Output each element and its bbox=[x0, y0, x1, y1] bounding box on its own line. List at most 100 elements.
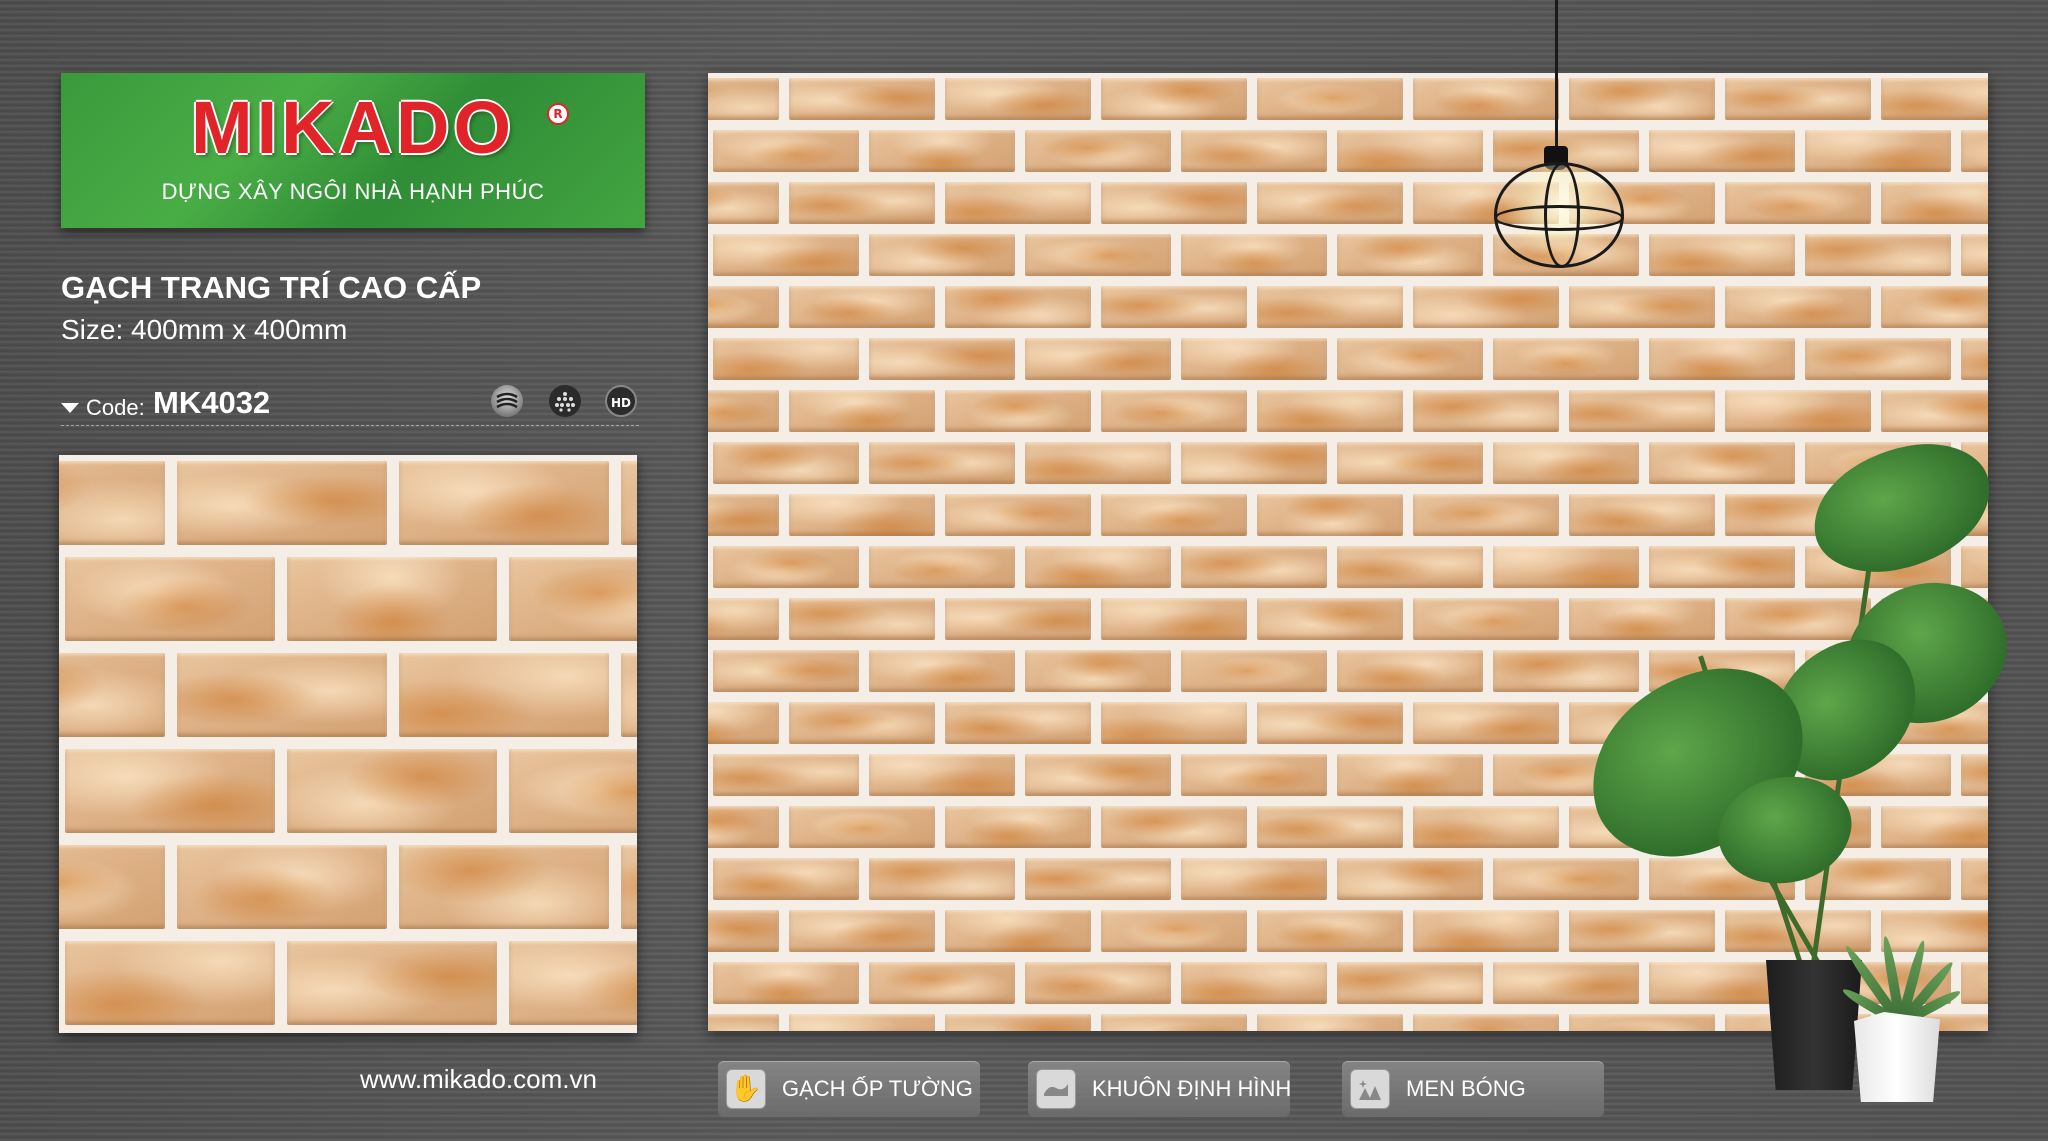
brick bbox=[1257, 1014, 1403, 1031]
feature-wall-tile: ✋ GẠCH ỐP TƯỜNG bbox=[718, 1061, 980, 1117]
brick bbox=[177, 845, 387, 929]
brick bbox=[287, 749, 497, 833]
brick bbox=[177, 461, 387, 545]
brick bbox=[789, 286, 935, 328]
brick bbox=[1649, 338, 1795, 380]
brick bbox=[713, 234, 859, 276]
brick bbox=[713, 650, 859, 692]
product-size: Size: 400mm x 400mm bbox=[61, 314, 348, 345]
brick bbox=[945, 702, 1091, 744]
brick bbox=[1257, 806, 1403, 848]
mold-icon bbox=[1036, 1069, 1076, 1109]
brick bbox=[789, 702, 935, 744]
brick bbox=[1961, 858, 1988, 900]
brick bbox=[1181, 234, 1327, 276]
brick bbox=[1413, 1014, 1559, 1031]
brick bbox=[1101, 78, 1247, 120]
brick bbox=[869, 442, 1015, 484]
brick bbox=[1413, 78, 1559, 120]
brick bbox=[1257, 78, 1403, 120]
product-code-row: Code: MK4032 HD bbox=[61, 385, 639, 426]
brick bbox=[1881, 390, 1988, 432]
brick bbox=[1413, 702, 1559, 744]
brick bbox=[399, 845, 609, 929]
brick bbox=[708, 494, 779, 536]
brand-slogan: DỰNG XÂY NGÔI NHÀ HẠNH PHÚC bbox=[161, 179, 545, 204]
wall-preview-image bbox=[708, 73, 1988, 1031]
brick bbox=[708, 702, 779, 744]
brick bbox=[1101, 494, 1247, 536]
shine-icon bbox=[1350, 1069, 1390, 1109]
brick bbox=[1493, 962, 1639, 1004]
brick bbox=[789, 910, 935, 952]
pendant-lamp-icon bbox=[1494, 162, 1624, 268]
brick bbox=[1649, 130, 1795, 172]
brick bbox=[1025, 234, 1171, 276]
brick bbox=[713, 442, 859, 484]
brick bbox=[1881, 910, 1988, 952]
brick bbox=[1881, 286, 1988, 328]
brick bbox=[869, 858, 1015, 900]
brick bbox=[1025, 546, 1171, 588]
brick bbox=[713, 130, 859, 172]
brick bbox=[1413, 598, 1559, 640]
brick bbox=[621, 461, 637, 545]
brick bbox=[1493, 650, 1639, 692]
logo-banner: MIKADO R DỰNG XÂY NGÔI NHÀ HẠNH PHÚC bbox=[61, 73, 645, 228]
brick bbox=[287, 557, 497, 641]
product-code: MK4032 bbox=[153, 385, 271, 420]
brick bbox=[1413, 910, 1559, 952]
brick bbox=[1337, 234, 1483, 276]
brick bbox=[1493, 546, 1639, 588]
feature-label: KHUÔN ĐỊNH HÌNH bbox=[1092, 1076, 1292, 1101]
brick bbox=[789, 806, 935, 848]
brick bbox=[1881, 78, 1988, 120]
caret-down-icon bbox=[61, 403, 79, 413]
brick bbox=[1337, 130, 1483, 172]
brick bbox=[708, 78, 779, 120]
brick bbox=[509, 557, 637, 641]
brick bbox=[1961, 546, 1988, 588]
brick bbox=[708, 1014, 779, 1031]
hand-icon: ✋ bbox=[726, 1069, 766, 1109]
brick bbox=[1569, 78, 1715, 120]
brick bbox=[713, 546, 859, 588]
brick bbox=[1493, 442, 1639, 484]
brick bbox=[1181, 754, 1327, 796]
brick bbox=[789, 1014, 935, 1031]
plant-pot bbox=[1766, 960, 1862, 1090]
brick bbox=[1725, 286, 1871, 328]
brick bbox=[621, 845, 637, 929]
brick bbox=[1025, 754, 1171, 796]
brick bbox=[621, 653, 637, 737]
brick bbox=[1101, 910, 1247, 952]
brick bbox=[1413, 494, 1559, 536]
feature-label: GẠCH ỐP TƯỜNG bbox=[782, 1076, 973, 1101]
brick bbox=[1569, 390, 1715, 432]
brick bbox=[1257, 182, 1403, 224]
brick bbox=[1181, 962, 1327, 1004]
brick bbox=[789, 598, 935, 640]
brick bbox=[65, 749, 275, 833]
brick bbox=[1257, 702, 1403, 744]
brick bbox=[1101, 1014, 1247, 1031]
brick bbox=[1569, 286, 1715, 328]
brick bbox=[945, 390, 1091, 432]
website-url[interactable]: www.mikado.com.vn bbox=[360, 1064, 597, 1095]
brick bbox=[1181, 442, 1327, 484]
brick bbox=[1649, 442, 1795, 484]
brick bbox=[1181, 858, 1327, 900]
brick bbox=[713, 338, 859, 380]
brick bbox=[1257, 390, 1403, 432]
brick bbox=[1569, 598, 1715, 640]
brick bbox=[708, 182, 779, 224]
brick bbox=[1025, 130, 1171, 172]
brick bbox=[1569, 1014, 1715, 1031]
brick bbox=[1025, 650, 1171, 692]
hd-icon: HD bbox=[605, 385, 637, 417]
brick bbox=[1961, 338, 1988, 380]
brick bbox=[945, 1014, 1091, 1031]
wave-texture-icon bbox=[491, 385, 523, 417]
brick bbox=[1101, 182, 1247, 224]
brick bbox=[1725, 182, 1871, 224]
